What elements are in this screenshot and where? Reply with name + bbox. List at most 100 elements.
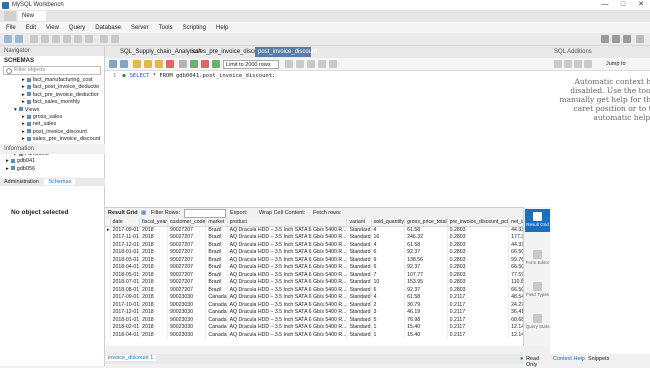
table-cell[interactable]: 2 xyxy=(371,301,406,309)
table-cell[interactable]: 107.77 xyxy=(404,271,448,279)
table-cell[interactable]: Brazil xyxy=(205,248,228,256)
row-marker[interactable]: ▸ xyxy=(105,226,111,234)
table-cell[interactable]: 9 xyxy=(371,256,406,264)
expander-icon[interactable]: ▸ xyxy=(22,99,25,105)
menu-server[interactable]: Server xyxy=(131,25,149,31)
result-grid[interactable]: date fiscal_year customer_code market produc… xyxy=(105,218,523,346)
table-cell[interactable]: 2018 xyxy=(139,271,168,279)
table-cell[interactable]: 4 xyxy=(371,293,406,301)
table-cell[interactable]: 90027207 xyxy=(167,226,207,234)
jump-to-select[interactable]: Jump to xyxy=(606,61,626,67)
result-grid-button[interactable]: Result Grid xyxy=(525,209,550,232)
table-row[interactable]: 2018-02-01 2018 90023030 Canada AQ Dracula H… xyxy=(105,323,523,331)
table-cell[interactable]: 3 xyxy=(371,308,406,316)
expander-icon[interactable]: ▸ xyxy=(22,136,25,142)
table-cell[interactable]: 76.98 xyxy=(404,316,448,324)
table-row[interactable]: 2018-04-01 2018 90023030 Canada AQ Dracula H… xyxy=(105,331,523,339)
table-cell[interactable]: Canada xyxy=(205,323,228,331)
table-cell[interactable]: 2018-05-01 xyxy=(110,271,141,279)
table-cell[interactable]: 0.2117 xyxy=(447,308,510,316)
table-cell[interactable]: 2018 xyxy=(139,331,168,339)
find-icon[interactable] xyxy=(307,60,315,68)
table-cell[interactable]: Standard xyxy=(346,331,372,339)
table-cell[interactable]: Standard xyxy=(346,286,372,294)
table-row[interactable]: 2018-08-01 2018 90027207 Brazil AQ Dracula H… xyxy=(105,286,523,294)
minimize-button[interactable]: — xyxy=(596,0,614,10)
rollback-icon[interactable] xyxy=(201,60,209,68)
auto-help-icon[interactable] xyxy=(574,60,582,68)
table-cell[interactable]: 2018-08-01 xyxy=(110,286,141,294)
create-function-icon[interactable] xyxy=(85,35,93,43)
table-cell[interactable]: 246.32 xyxy=(404,233,448,241)
table-cell[interactable]: 2018 xyxy=(139,241,168,249)
table-cell[interactable]: 90027207 xyxy=(167,286,207,294)
table-cell[interactable]: Standard xyxy=(346,271,372,279)
table-cell[interactable]: 5 xyxy=(371,316,406,324)
table-cell[interactable]: 2018-07-01 xyxy=(110,278,141,286)
forward-icon[interactable] xyxy=(564,60,572,68)
table-cell[interactable]: 2018 xyxy=(139,301,168,309)
table-cell[interactable]: AQ Dracula HDD – 3.5 Inch SATA 6 Gb/s 54… xyxy=(227,226,348,234)
back-icon[interactable] xyxy=(554,60,562,68)
table-cell[interactable]: 90027207 xyxy=(167,278,207,286)
table-cell[interactable]: Standard xyxy=(346,278,372,286)
table-cell[interactable]: Standard xyxy=(346,263,372,271)
table-cell[interactable]: 2018-04-01 xyxy=(110,263,141,271)
menu-tools[interactable]: Tools xyxy=(159,25,173,31)
table-cell[interactable]: 92.37 xyxy=(404,263,448,271)
table-cell[interactable]: AQ Dracula HDD – 3.5 Inch SATA 6 Gb/s 54… xyxy=(227,331,348,339)
table-cell[interactable]: Brazil xyxy=(205,286,228,294)
table-cell[interactable]: 77.59 xyxy=(508,271,523,279)
filter-rows-input[interactable] xyxy=(184,209,226,218)
table-cell[interactable]: 90023030 xyxy=(167,308,207,316)
table-cell[interactable]: Canada xyxy=(205,308,228,316)
table-cell[interactable]: 90023030 xyxy=(167,323,207,331)
menu-file[interactable]: File xyxy=(6,25,16,31)
table-cell[interactable]: 61.58 xyxy=(404,226,448,234)
table-row[interactable]: 2017-11-01 2018 90027207 Brazil AQ Dracula H… xyxy=(105,233,523,241)
table-cell[interactable]: Brazil xyxy=(205,241,228,249)
home-tab[interactable] xyxy=(4,11,16,21)
stop-icon[interactable] xyxy=(166,60,174,68)
table-cell[interactable]: AQ Dracula HDD – 3.5 Inch SATA 6 Gb/s 54… xyxy=(227,233,348,241)
table-cell[interactable]: Canada xyxy=(205,293,228,301)
table-cell[interactable]: 90027207 xyxy=(167,248,207,256)
expander-icon[interactable]: ▸ xyxy=(6,166,9,172)
table-cell[interactable]: 2018-02-01 xyxy=(110,323,141,331)
table-cell[interactable]: 0.2803 xyxy=(447,286,510,294)
table-cell[interactable]: 2018-03-01 xyxy=(110,256,141,264)
table-cell[interactable]: 0.2803 xyxy=(447,271,510,279)
table-cell[interactable]: AQ Dracula HDD – 3.5 Inch SATA 6 Gb/s 54… xyxy=(227,301,348,309)
table-cell[interactable]: 4 xyxy=(371,226,406,234)
menu-scripting[interactable]: Scripting xyxy=(183,25,206,31)
fetch-rows-label[interactable]: Fetch rows: xyxy=(313,210,341,216)
table-cell[interactable]: 60.68 xyxy=(508,316,523,324)
save-file-icon[interactable] xyxy=(120,60,128,68)
table-cell[interactable]: 4 xyxy=(371,241,406,249)
table-row[interactable]: 2018-05-01 2018 90027207 Brazil AQ Dracula H… xyxy=(105,271,523,279)
beautify-icon[interactable] xyxy=(296,60,304,68)
table-cell[interactable]: 15.40 xyxy=(404,331,448,339)
table-cell[interactable]: 1 xyxy=(371,323,406,331)
table-cell[interactable]: 0.2803 xyxy=(447,233,510,241)
wrap-cell-content-label[interactable]: Wrap Cell Content: xyxy=(259,210,305,216)
table-cell[interactable]: 61.58 xyxy=(404,293,448,301)
table-cell[interactable]: 90023030 xyxy=(167,316,207,324)
settings-gear-icon[interactable] xyxy=(636,35,644,43)
table-cell[interactable]: 36.41 xyxy=(508,308,523,316)
close-button[interactable]: ✕ xyxy=(632,0,650,10)
table-cell[interactable]: 7 xyxy=(371,271,406,279)
column-header[interactable]: pre_invoice_discount_pct xyxy=(447,218,510,227)
tab-sql-supply-chain-analytics[interactable]: SQL_Supply_chain_Analytics* xyxy=(117,47,201,57)
table-cell[interactable]: 90027207 xyxy=(167,241,207,249)
table-cell[interactable]: 2017-12-01 xyxy=(110,308,141,316)
table-cell[interactable]: 0.2803 xyxy=(447,256,510,264)
maximize-button[interactable]: □ xyxy=(614,0,632,10)
create-table-icon[interactable] xyxy=(52,35,60,43)
table-cell[interactable]: 6 xyxy=(371,248,406,256)
table-cell[interactable]: 48.54 xyxy=(508,293,523,301)
table-cell[interactable]: 44.33 xyxy=(508,241,523,249)
table-cell[interactable]: 92.37 xyxy=(404,248,448,256)
table-cell[interactable]: AQ Dracula HDD – 3.5 Inch SATA 6 Gb/s 54… xyxy=(227,256,348,264)
tree-item[interactable]: ▸ net_sales xyxy=(22,121,56,127)
